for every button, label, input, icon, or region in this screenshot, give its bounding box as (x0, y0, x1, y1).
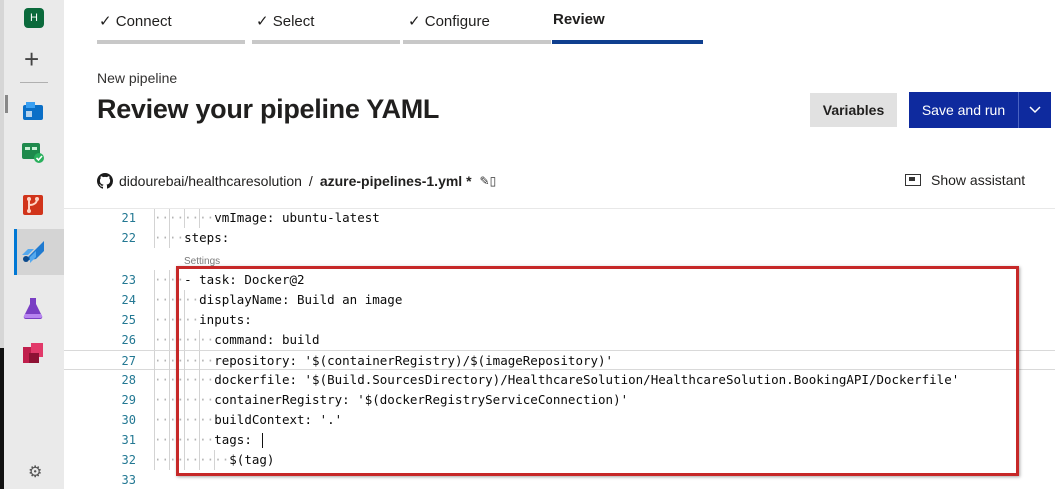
nav-rail: H + ⚙ (0, 0, 64, 489)
boards-icon[interactable] (20, 98, 46, 124)
code-content: steps: (184, 230, 230, 245)
line-number: 33 (121, 473, 136, 487)
assistant-panel-icon (905, 174, 921, 186)
step-connect-label: Connect (115, 13, 172, 30)
pipelines-check-icon[interactable] (20, 140, 46, 166)
line-number: 26 (121, 333, 136, 347)
rail-edge-dark (0, 348, 4, 489)
line-number: 27 (121, 354, 136, 368)
step-connect-bar (97, 40, 245, 44)
line-number: 28 (121, 373, 136, 387)
annotation-highlight-box (176, 266, 1019, 476)
line-number: 32 (121, 453, 136, 467)
step-select-bar (252, 40, 400, 44)
new-project-icon[interactable]: + (24, 46, 39, 72)
wizard-steps: ✓ Connect ✓ Select ✓ Configure Review (97, 0, 717, 46)
line-number: 24 (121, 293, 136, 307)
settings-gear-icon[interactable]: ⚙ (28, 462, 42, 482)
file-name[interactable]: azure-pipelines-1.yml * (320, 173, 472, 189)
step-connect[interactable]: ✓ Connect (99, 12, 172, 30)
org-avatar[interactable]: H (24, 8, 44, 28)
whitespace-marker: ···· (154, 230, 185, 245)
line-number: 23 (121, 273, 136, 287)
line-number: 22 (121, 231, 136, 245)
save-and-run-label[interactable]: Save and run (909, 92, 1019, 128)
line-number: 30 (121, 413, 136, 427)
scroll-nub (5, 95, 8, 113)
step-configure-bar (403, 40, 551, 44)
line-number: 31 (121, 433, 136, 447)
code-text: ········vmImage: ubuntu-latest (154, 208, 380, 228)
code-text: ····steps: (154, 228, 229, 248)
code-content: vmImage: ubuntu-latest (214, 210, 380, 225)
step-review-label: Review (553, 11, 605, 28)
step-configure-label: Configure (424, 13, 490, 30)
step-select[interactable]: ✓ Select (256, 12, 314, 30)
github-icon (97, 173, 113, 189)
show-assistant-button[interactable]: Show assistant (905, 172, 1025, 188)
file-path-bar: didourebai/healthcaresolution / azure-pi… (97, 170, 1037, 192)
whitespace-marker: ········ (154, 210, 215, 225)
show-assistant-label: Show assistant (931, 172, 1026, 188)
line-number: 21 (121, 211, 136, 225)
test-plans-icon[interactable] (20, 295, 46, 321)
repo-name[interactable]: didourebai/healthcaresolution (119, 173, 302, 189)
line-number: 29 (121, 393, 136, 407)
step-review[interactable]: Review (553, 11, 605, 28)
step-select-label: Select (272, 13, 315, 30)
artifacts-icon[interactable] (20, 340, 46, 366)
editor-line[interactable]: 21 ········vmImage: ubuntu-latest (64, 208, 1055, 228)
repos-icon[interactable] (20, 192, 46, 218)
rename-icon[interactable]: ✎▯ (480, 174, 497, 188)
line-number: 25 (121, 313, 136, 327)
pipelines-icon[interactable] (20, 239, 46, 265)
editor-top-border (64, 208, 1055, 209)
save-and-run-button[interactable]: Save and run (909, 92, 1051, 128)
step-review-bar (552, 40, 703, 44)
page-title: Review your pipeline YAML (97, 94, 440, 124)
rail-divider (20, 82, 48, 83)
step-configure[interactable]: ✓ Configure (408, 12, 490, 30)
page-subtitle: New pipeline (97, 70, 178, 86)
chevron-down-icon[interactable] (1019, 92, 1051, 128)
variables-button[interactable]: Variables (810, 93, 897, 127)
path-separator: / (308, 173, 313, 189)
editor-line[interactable]: 22 ····steps: (64, 228, 1055, 248)
